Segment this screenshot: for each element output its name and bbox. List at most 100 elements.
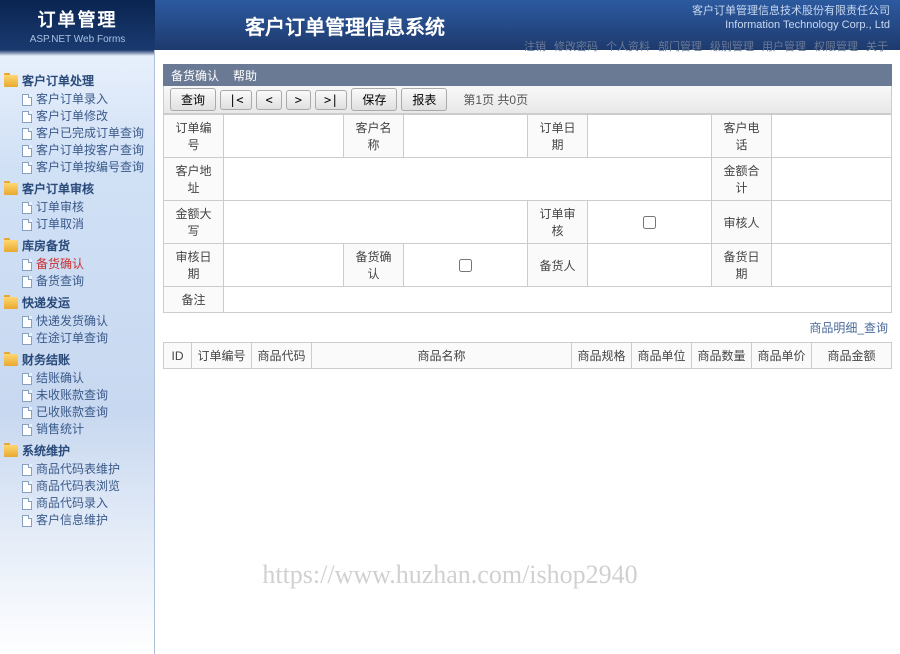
tree-item-3-1[interactable]: 在途订单查询 <box>22 330 150 347</box>
input-review-date[interactable] <box>230 258 337 272</box>
input-order-date[interactable] <box>594 129 705 143</box>
label-order-no: 订单编号 <box>164 115 224 158</box>
input-remark[interactable] <box>230 293 885 307</box>
corp-info: 客户订单管理信息技术股份有限责任公司 Information Technolog… <box>692 4 890 32</box>
corp-line2: Information Technology Corp., Ltd <box>692 18 890 32</box>
tree-item-4-3[interactable]: 销售统计 <box>22 421 150 438</box>
tree-item-3-0[interactable]: 快递发货确认 <box>22 313 150 330</box>
file-icon <box>22 276 32 288</box>
file-icon <box>22 373 32 385</box>
topnav-1[interactable]: 修改密码 <box>554 41 598 53</box>
toolbar: 查询 |< < > >| 保存 报表 第1页 共0页 <box>163 86 892 114</box>
topnav-7[interactable]: 关于 <box>866 41 888 53</box>
input-stock-person[interactable] <box>594 258 705 272</box>
topnav-2[interactable]: 个人资料 <box>606 41 650 53</box>
tree-group-5[interactable]: 系统维护 <box>4 440 150 461</box>
input-order-no[interactable] <box>230 129 337 143</box>
tree-item-1-0[interactable]: 订单审核 <box>22 199 150 216</box>
tree-item-label: 备货确认 <box>36 257 84 272</box>
tree-item-5-3[interactable]: 客户信息维护 <box>22 512 150 529</box>
tree-item-0-0[interactable]: 客户订单录入 <box>22 91 150 108</box>
tree-item-4-1[interactable]: 未收账款查询 <box>22 387 150 404</box>
system-title: 客户订单管理信息系统 <box>245 11 445 40</box>
tab-bar: 备货确认 帮助 <box>163 64 892 86</box>
label-amount-total: 金额合计 <box>711 158 771 201</box>
label-remark: 备注 <box>164 287 224 313</box>
detail-bar[interactable]: 商品明细_查询 <box>163 313 892 342</box>
file-icon <box>22 111 32 123</box>
detail-col-6: 商品数量 <box>692 343 752 369</box>
topnav-6[interactable]: 权限管理 <box>814 41 858 53</box>
tree-item-2-0[interactable]: 备货确认 <box>22 256 150 273</box>
input-amount-total[interactable] <box>778 172 885 186</box>
first-page-button[interactable]: |< <box>220 90 252 110</box>
file-icon <box>22 259 32 271</box>
query-button[interactable]: 查询 <box>170 88 216 111</box>
tree-group-4[interactable]: 财务结账 <box>4 349 150 370</box>
tree-group-label: 快递发运 <box>22 294 70 311</box>
tree-item-0-3[interactable]: 客户订单按客户查询 <box>22 142 150 159</box>
label-cust-phone: 客户电话 <box>711 115 771 158</box>
tree-item-1-1[interactable]: 订单取消 <box>22 216 150 233</box>
folder-icon <box>4 445 18 457</box>
file-icon <box>22 424 32 436</box>
tree-item-4-0[interactable]: 结账确认 <box>22 370 150 387</box>
checkbox-order-review[interactable] <box>643 216 656 229</box>
file-icon <box>22 498 32 510</box>
tree-item-4-2[interactable]: 已收账款查询 <box>22 404 150 421</box>
detail-col-8: 商品金额 <box>812 343 892 369</box>
tree-item-label: 客户订单按客户查询 <box>36 143 144 158</box>
next-page-button[interactable]: > <box>286 90 311 110</box>
prev-page-button[interactable]: < <box>256 90 281 110</box>
input-cust-name[interactable] <box>410 129 521 143</box>
label-order-date: 订单日期 <box>527 115 587 158</box>
tab-help[interactable]: 帮助 <box>233 67 257 84</box>
corp-line1: 客户订单管理信息技术股份有限责任公司 <box>692 4 890 18</box>
logo-title: 订单管理 <box>0 6 155 32</box>
tree-item-label: 商品代码表维护 <box>36 462 120 477</box>
file-icon <box>22 464 32 476</box>
tree-group-1[interactable]: 客户订单审核 <box>4 178 150 199</box>
save-button[interactable]: 保存 <box>351 88 397 111</box>
tree-item-label: 在途订单查询 <box>36 331 108 346</box>
file-icon <box>22 316 32 328</box>
tree-group-2[interactable]: 库房备货 <box>4 235 150 256</box>
tree-item-5-1[interactable]: 商品代码表浏览 <box>22 478 150 495</box>
tree-item-2-1[interactable]: 备货查询 <box>22 273 150 290</box>
tree-group-label: 客户订单审核 <box>22 180 94 197</box>
tree-item-label: 客户已完成订单查询 <box>36 126 144 141</box>
topnav-5[interactable]: 用户管理 <box>762 41 806 53</box>
input-amount-cn[interactable] <box>230 215 521 229</box>
tree-item-label: 客户订单按编号查询 <box>36 160 144 175</box>
tree-group-3[interactable]: 快递发运 <box>4 292 150 313</box>
report-button[interactable]: 报表 <box>401 88 447 111</box>
file-icon <box>22 162 32 174</box>
topnav-4[interactable]: 级别管理 <box>710 41 754 53</box>
detail-col-4: 商品规格 <box>572 343 632 369</box>
input-stock-date[interactable] <box>778 258 885 272</box>
label-stock-person: 备货人 <box>527 244 587 287</box>
input-cust-phone[interactable] <box>778 129 885 143</box>
input-reviewer[interactable] <box>778 215 885 229</box>
tree-item-label: 商品代码表浏览 <box>36 479 120 494</box>
logo-area: 订单管理 ASP.NET Web Forms <box>0 0 155 50</box>
tree-item-5-0[interactable]: 商品代码表维护 <box>22 461 150 478</box>
tree-group-label: 系统维护 <box>22 442 70 459</box>
detail-col-3: 商品名称 <box>312 343 572 369</box>
tree-group-0[interactable]: 客户订单处理 <box>4 70 150 91</box>
folder-icon <box>4 183 18 195</box>
topnav-3[interactable]: 部门管理 <box>658 41 702 53</box>
topnav-0[interactable]: 注销 <box>524 41 546 53</box>
file-icon <box>22 481 32 493</box>
tree-item-0-4[interactable]: 客户订单按编号查询 <box>22 159 150 176</box>
input-cust-addr[interactable] <box>230 172 705 186</box>
tree-item-5-2[interactable]: 商品代码录入 <box>22 495 150 512</box>
tree-item-0-1[interactable]: 客户订单修改 <box>22 108 150 125</box>
tree-item-0-2[interactable]: 客户已完成订单查询 <box>22 125 150 142</box>
file-icon <box>22 94 32 106</box>
tree-item-label: 结账确认 <box>36 371 84 386</box>
checkbox-stock-confirm[interactable] <box>459 259 472 272</box>
folder-icon <box>4 354 18 366</box>
label-reviewer: 审核人 <box>711 201 771 244</box>
last-page-button[interactable]: >| <box>315 90 347 110</box>
